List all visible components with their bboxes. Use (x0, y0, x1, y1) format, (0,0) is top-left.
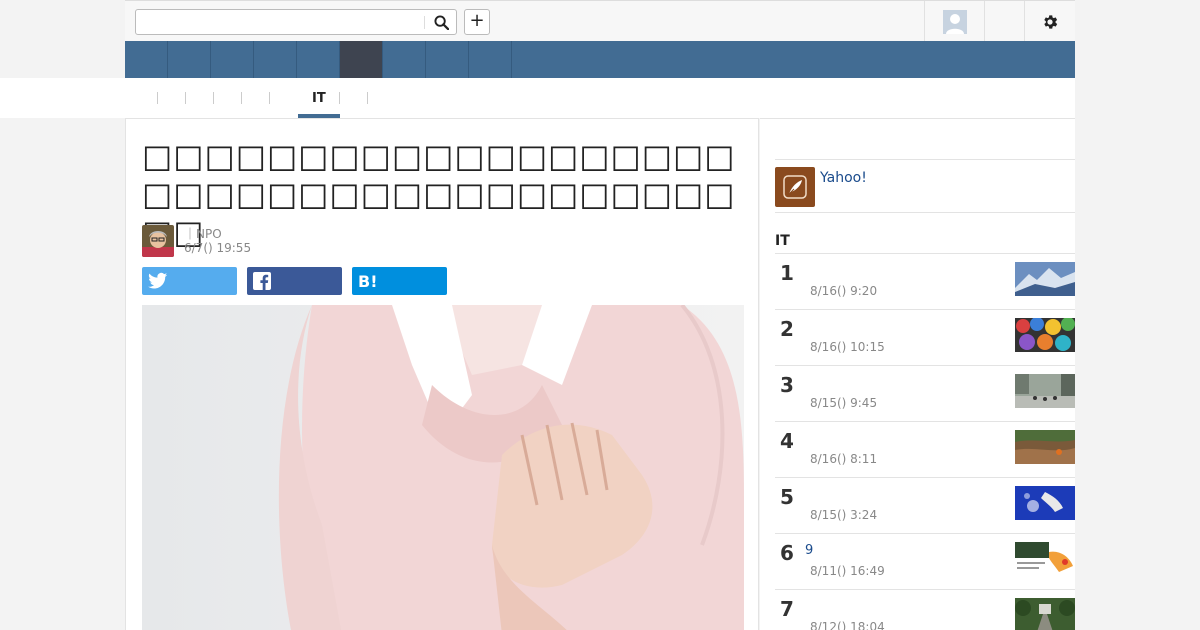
rank-thumbnail[interactable] (1015, 318, 1075, 352)
ranking-item[interactable]: 1 8/16() 9:20 (775, 253, 1075, 309)
rank-date: 8/15() 3:24 (810, 508, 878, 522)
rank-thumbnail[interactable] (1015, 374, 1075, 408)
sub-nav-item[interactable] (130, 78, 158, 118)
nav-item[interactable] (426, 41, 469, 78)
promo-box: Yahoo! (775, 159, 1075, 213)
rank-thumbnail[interactable] (1015, 598, 1075, 630)
author-photo-image (142, 225, 174, 257)
sidebar: Yahoo! IT 1 8/16() 9:20 2 8/16() 10:15 3… (760, 118, 1075, 630)
search-button[interactable] (428, 11, 454, 33)
rank-date: 8/16() 8:11 (810, 452, 878, 466)
divider (366, 92, 368, 104)
add-button[interactable]: + (464, 9, 490, 35)
ranking-item[interactable]: 2 8/16() 10:15 (775, 309, 1075, 365)
author-avatar[interactable] (142, 225, 174, 257)
ranking-item[interactable]: 4 8/16() 8:11 (775, 421, 1075, 477)
nav-item[interactable] (297, 41, 340, 78)
rank-number: 7 (780, 597, 794, 621)
twitter-icon (148, 272, 168, 289)
forest-path-thumbnail (1015, 598, 1075, 630)
rank-title[interactable]: 9 (805, 543, 813, 558)
hatena-bookmark-button[interactable]: B! (352, 267, 447, 295)
rank-thumbnail[interactable] (1015, 430, 1075, 464)
sub-nav-item[interactable] (270, 78, 298, 118)
search-divider (424, 16, 425, 29)
user-avatar-icon (942, 9, 967, 34)
ranking-item[interactable]: 3 8/15() 9:45 (775, 365, 1075, 421)
sub-nav-bar: IT (0, 78, 1075, 118)
rank-date: 8/16() 10:15 (810, 340, 885, 354)
sub-nav-item[interactable] (214, 78, 242, 118)
sub-nav-item[interactable] (242, 78, 270, 118)
mountain-thumbnail (1015, 262, 1075, 296)
article-main: □□□□□□□□□□□□□□□□□□□□□□□□□□□□□□□□□□□□□□□□… (125, 118, 759, 630)
user-menu[interactable] (924, 1, 984, 42)
search-icon (433, 14, 449, 30)
ranking-list: 1 8/16() 9:20 2 8/16() 10:15 3 8/15() 9:… (775, 253, 1075, 630)
nav-item[interactable] (168, 41, 211, 78)
sub-nav-item[interactable] (186, 78, 214, 118)
nav-item-active[interactable] (340, 41, 383, 78)
gear-icon (1044, 14, 1058, 29)
rank-date: 8/15() 9:45 (810, 396, 878, 410)
rank-date: 8/12() 18:04 (810, 620, 885, 630)
ranking-item[interactable]: 6 9 8/11() 16:49 (775, 533, 1075, 589)
umbrellas-thumbnail (1015, 318, 1075, 352)
article-date: 6/7() 19:55 (184, 241, 252, 255)
hatena-label: B! (358, 271, 378, 291)
sub-nav-item[interactable] (158, 78, 186, 118)
rank-number: 2 (780, 317, 794, 341)
twitter-share-button[interactable] (142, 267, 237, 295)
nav-item[interactable] (383, 41, 426, 78)
rank-number: 4 (780, 429, 794, 453)
rank-date: 8/11() 16:49 (810, 564, 885, 578)
street-crowd-thumbnail (1015, 374, 1075, 408)
sub-nav-item-it[interactable]: IT (298, 78, 340, 118)
header-blank-cell[interactable] (984, 1, 1024, 42)
category-nav (125, 41, 1075, 78)
feather-pen-icon (783, 175, 807, 199)
author-name[interactable]: ｜NPO (184, 225, 222, 242)
chest-pain-photo (142, 305, 744, 630)
facebook-icon (253, 272, 271, 290)
ranking-item[interactable]: 7 8/12() 18:04 (775, 589, 1075, 630)
sub-nav-label: IT (312, 90, 326, 106)
rank-number: 5 (780, 485, 794, 509)
rank-date: 8/16() 9:20 (810, 284, 878, 298)
yahoo-link[interactable]: Yahoo! (820, 170, 867, 186)
search-box (135, 9, 457, 35)
nav-item[interactable] (469, 41, 512, 78)
rank-number: 1 (780, 261, 794, 285)
nav-item[interactable] (125, 41, 168, 78)
rank-thumbnail[interactable] (1015, 486, 1075, 520)
facebook-share-button[interactable] (247, 267, 342, 295)
nav-item[interactable] (254, 41, 297, 78)
rank-number: 3 (780, 373, 794, 397)
article-title: □□□□□□□□□□□□□□□□□□□□□□□□□□□□□□□□□□□□□□□□ (142, 137, 736, 251)
rank-thumbnail[interactable] (1015, 262, 1075, 296)
article-hero-image (142, 305, 744, 630)
ranking-heading: IT (775, 233, 790, 249)
weather-map-thumbnail (1015, 486, 1075, 520)
top-header: + (125, 0, 1075, 42)
ranking-item[interactable]: 5 8/15() 3:24 (775, 477, 1075, 533)
rank-thumbnail[interactable] (1015, 542, 1075, 576)
sub-nav-item[interactable] (340, 78, 368, 118)
settings-button[interactable] (1024, 1, 1075, 42)
map-chart-thumbnail (1015, 542, 1075, 576)
rank-number: 6 (780, 541, 794, 565)
promo-logo[interactable] (775, 167, 815, 207)
nav-item[interactable] (211, 41, 254, 78)
sub-nav: IT (130, 78, 368, 118)
landslide-thumbnail (1015, 430, 1075, 464)
search-input[interactable] (140, 13, 420, 31)
